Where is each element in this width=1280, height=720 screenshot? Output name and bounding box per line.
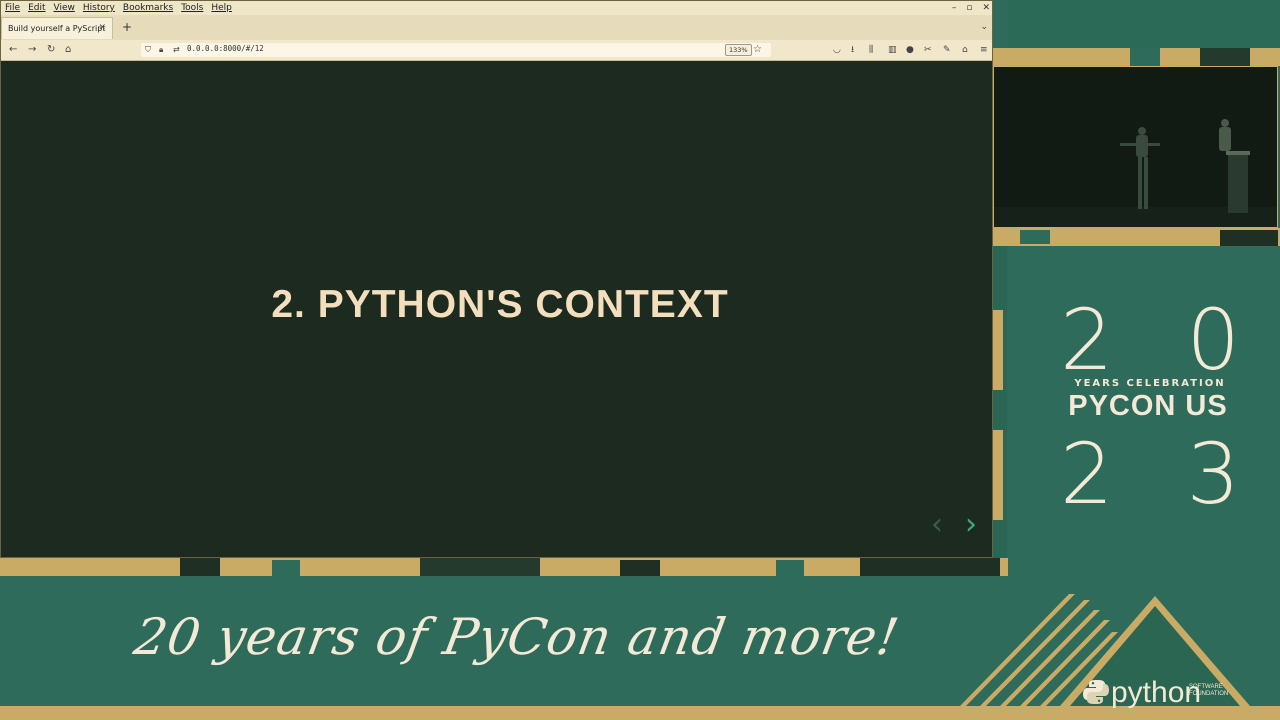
previous-slide-chevron-icon[interactable]: ‹ [931, 510, 943, 540]
tab-bar: Build yourself a PyScript ✕ + ⌄ [1, 15, 992, 40]
shield-icon[interactable]: ⛉ [145, 43, 151, 57]
year-top-digit-2: 0 [1186, 291, 1240, 389]
tagline: 20 years of PyCon and more! [129, 608, 904, 666]
zoom-level-badge[interactable]: 133% [725, 44, 752, 56]
year-bottom-digit-1: 2 [1060, 425, 1114, 523]
next-slide-chevron-icon[interactable]: › [965, 510, 977, 540]
tab-active[interactable]: Build yourself a PyScript ✕ [1, 17, 113, 39]
menu-history[interactable]: History [79, 3, 119, 13]
lock-icon[interactable]: 🔒︎ [159, 43, 163, 57]
year-bottom-digit-2: 3 [1186, 425, 1240, 523]
hamburger-menu-icon[interactable]: ≡ [980, 43, 988, 57]
new-tab-button[interactable]: + [122, 21, 132, 33]
camera-image [994, 67, 1277, 227]
slide-page: 2. PYTHON'S CONTEXT ‹ › [1, 61, 992, 557]
menu-help[interactable]: Help [207, 3, 236, 13]
menu-bar: File Edit View History Bookmarks Tools H… [1, 1, 992, 15]
menu-edit[interactable]: Edit [24, 3, 49, 13]
menu-file[interactable]: File [1, 3, 24, 13]
python-logo-icon [1083, 680, 1109, 704]
year-top: 2 0 [1060, 298, 1240, 382]
tab-list-chevron-icon[interactable]: ⌄ [980, 22, 988, 32]
library-icon[interactable]: ⫼ [869, 43, 873, 57]
browser-window: File Edit View History Bookmarks Tools H… [0, 0, 993, 558]
menu-tools[interactable]: Tools [177, 3, 207, 13]
home-icon[interactable]: ⌂ [65, 43, 71, 57]
maximize-button[interactable]: ▫ [966, 3, 972, 13]
reload-icon[interactable]: ↻ [47, 43, 55, 57]
url-text[interactable]: 0.0.0.0:8000/#/12 [187, 44, 264, 53]
minimize-button[interactable]: – [952, 3, 957, 13]
extension-icon[interactable]: ● [906, 43, 914, 57]
menu-view[interactable]: View [50, 3, 79, 13]
years-celebration-text: YEARS CELEBRATION [1074, 378, 1226, 389]
speaker-camera-feed [993, 66, 1278, 228]
forward-arrow-icon[interactable]: → [28, 43, 36, 57]
psf-software-foundation-text: SOFTWARE FOUNDATION [1189, 684, 1229, 697]
pocket-icon[interactable]: ◡ [833, 43, 841, 57]
window-controls: – ▫ ✕ [952, 1, 990, 15]
year-top-digit-1: 2 [1060, 291, 1114, 389]
pycon-us-wordmark: PYCON US [1068, 390, 1228, 422]
tab-title: Build yourself a PyScript [8, 24, 106, 33]
extensions-puzzle-icon[interactable]: ⌂ [962, 43, 968, 57]
year-bottom: 2 3 [1060, 432, 1240, 516]
slide-title: 2. PYTHON'S CONTEXT [271, 283, 729, 326]
screenshot-icon[interactable]: ✂ [924, 43, 932, 57]
menu-bookmarks[interactable]: Bookmarks [119, 3, 177, 13]
download-icon[interactable]: ⭳ [851, 43, 854, 57]
bookmark-star-icon[interactable]: ☆ [753, 43, 762, 57]
tab-close-icon[interactable]: ✕ [98, 23, 106, 33]
permissions-icon[interactable]: ⇄ [173, 43, 180, 57]
back-arrow-icon[interactable]: ← [9, 43, 17, 57]
close-window-button[interactable]: ✕ [982, 3, 990, 13]
navigation-bar: ← → ↻ ⌂ ⛉ 🔒︎ ⇄ 0.0.0.0:8000/#/12 133% ☆ … [1, 40, 992, 61]
edit-icon[interactable]: ✎ [943, 43, 951, 57]
sidebar-icon[interactable]: ▥ [888, 43, 897, 57]
psf-python-text: python [1111, 676, 1202, 709]
